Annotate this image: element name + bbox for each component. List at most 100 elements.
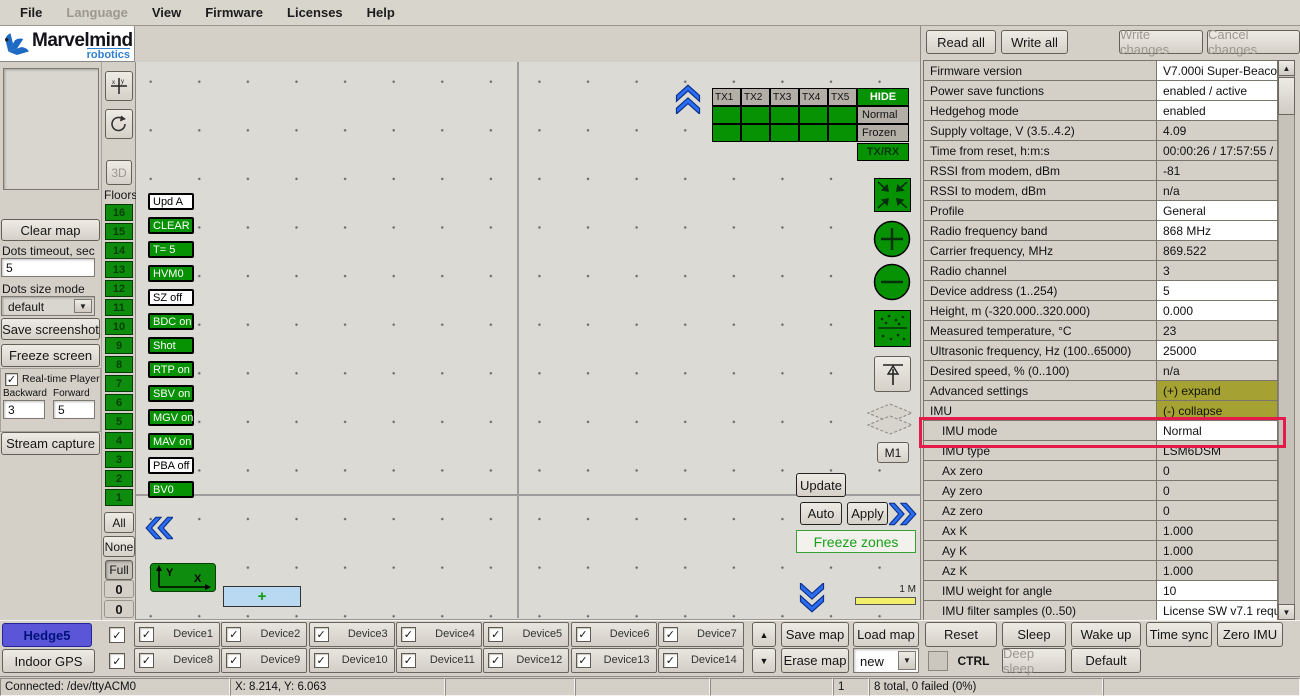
param-value[interactable]: Normal — [1157, 421, 1277, 440]
deep-sleep-button[interactable]: Deep sleep — [1002, 648, 1066, 673]
freeze-zones-button[interactable]: Freeze zones — [796, 530, 916, 553]
device-cell-device5[interactable]: ✓Device5 — [483, 622, 569, 647]
scroll-down-icon[interactable]: ▼ — [1278, 604, 1295, 620]
param-value[interactable]: 4.09 — [1157, 121, 1277, 140]
device-checkbox[interactable]: ✓ — [576, 653, 591, 668]
param-value[interactable]: License SW v7.1 requi — [1157, 601, 1277, 620]
ctrl-checkbox[interactable] — [928, 651, 948, 671]
dots-size-select[interactable]: default ▼ — [1, 296, 95, 316]
device-scroll-down-icon[interactable]: ▼ — [752, 648, 776, 673]
floor-button-16[interactable]: 16 — [105, 204, 133, 221]
device-checkbox[interactable]: ✓ — [401, 653, 416, 668]
gps-row-checkbox[interactable]: ✓ — [109, 653, 125, 669]
freeze-screen-button[interactable]: Freeze screen — [1, 344, 100, 367]
fit-to-screen-icon[interactable] — [874, 178, 911, 212]
param-value[interactable]: 1.000 — [1157, 541, 1277, 560]
floor-button-3[interactable]: 3 — [105, 451, 133, 468]
tx-txrx-button[interactable]: TX/RX — [857, 143, 909, 161]
floor-button-6[interactable]: 6 — [105, 394, 133, 411]
three-d-button[interactable]: 3D — [106, 160, 132, 185]
device-cell-device6[interactable]: ✓Device6 — [571, 622, 657, 647]
floors-full-button[interactable]: Full — [105, 560, 133, 580]
write-changes-button[interactable]: Write changes — [1119, 30, 1203, 54]
add-submap-button[interactable]: + — [223, 586, 301, 607]
apply-button[interactable]: Apply — [847, 502, 888, 525]
param-value[interactable]: General — [1157, 201, 1277, 220]
param-value[interactable]: 23 — [1157, 321, 1277, 340]
device-cell-device8[interactable]: ✓Device8 — [134, 648, 220, 673]
zoom-out-icon[interactable] — [873, 263, 911, 301]
device-cell-device1[interactable]: ✓Device1 — [134, 622, 220, 647]
map-toggle-rtp-on[interactable]: RTP on — [148, 361, 194, 378]
map-toggle-bdc-on[interactable]: BDC on — [148, 313, 194, 330]
device-checkbox[interactable]: ✓ — [139, 653, 154, 668]
param-value[interactable]: 869.522 — [1157, 241, 1277, 260]
floor-button-5[interactable]: 5 — [105, 413, 133, 430]
device-checkbox[interactable]: ✓ — [139, 627, 154, 642]
chevron-down-icon[interactable]: ▼ — [898, 651, 916, 670]
device-cell-device13[interactable]: ✓Device13 — [571, 648, 657, 673]
reset-button[interactable]: Reset — [925, 622, 997, 647]
zero-imu-button[interactable]: Zero IMU — [1217, 622, 1283, 647]
param-value[interactable]: V7.000i Super-Beacon — [1157, 61, 1277, 80]
param-value[interactable]: 1.000 — [1157, 521, 1277, 540]
tx-cell-normal-3[interactable] — [770, 106, 799, 124]
param-value[interactable]: n/a — [1157, 361, 1277, 380]
param-value[interactable]: 0.000 — [1157, 301, 1277, 320]
floor-button-1[interactable]: 1 — [105, 489, 133, 506]
jump-to-top-button[interactable] — [874, 356, 911, 392]
stream-capture-button[interactable]: Stream capture — [1, 432, 100, 455]
floor-button-12[interactable]: 12 — [105, 280, 133, 297]
device-scroll-up-icon[interactable]: ▲ — [752, 622, 776, 647]
param-value[interactable]: 0 — [1157, 501, 1277, 520]
erase-map-button[interactable]: Erase map — [781, 648, 849, 673]
floor-button-9[interactable]: 9 — [105, 337, 133, 354]
param-value[interactable]: 00:00:26 / 17:57:55 / ( — [1157, 141, 1277, 160]
xy-axes-tool-button[interactable]: xy — [105, 71, 133, 101]
tx-cell-normal-4[interactable] — [799, 106, 828, 124]
expand-left-icon[interactable] — [145, 513, 173, 543]
time-sync-button[interactable]: Time sync — [1146, 622, 1212, 647]
device-cell-device11[interactable]: ✓Device11 — [396, 648, 482, 673]
m1-button[interactable]: M1 — [877, 442, 909, 463]
device-cell-device2[interactable]: ✓Device2 — [221, 622, 307, 647]
map-toggle-clear[interactable]: CLEAR — [148, 217, 194, 234]
param-value[interactable]: enabled / active — [1157, 81, 1277, 100]
write-all-button[interactable]: Write all — [1001, 30, 1068, 54]
read-all-button[interactable]: Read all — [926, 30, 996, 54]
wake-up-button[interactable]: Wake up — [1071, 622, 1141, 647]
floor-button-2[interactable]: 2 — [105, 470, 133, 487]
param-value[interactable]: 0 — [1157, 481, 1277, 500]
map-toggle-pba-off[interactable]: PBA off — [148, 457, 194, 474]
rotate-tool-button[interactable] — [105, 109, 133, 139]
device-cell-device14[interactable]: ✓Device14 — [658, 648, 744, 673]
collapse-up-icon[interactable] — [674, 84, 702, 114]
indoor-gps-tab-button[interactable]: Indoor GPS — [2, 649, 95, 673]
map-toggle-t-5[interactable]: T= 5 — [148, 241, 194, 258]
dots-timeout-input[interactable]: 5 — [1, 258, 95, 277]
forward-input[interactable]: 5 — [53, 400, 95, 419]
tx-cell-normal-5[interactable] — [828, 106, 857, 124]
load-map-button[interactable]: Load map — [853, 622, 919, 647]
scroll-up-icon[interactable]: ▲ — [1278, 60, 1295, 76]
device-checkbox[interactable]: ✓ — [663, 627, 678, 642]
map-toggle-sz-off[interactable]: SZ off — [148, 289, 194, 306]
device-cell-device12[interactable]: ✓Device12 — [483, 648, 569, 673]
table-scrollbar[interactable] — [1278, 60, 1295, 620]
tx-cell-normal-2[interactable] — [741, 106, 770, 124]
device-checkbox[interactable]: ✓ — [401, 627, 416, 642]
param-value[interactable]: 3 — [1157, 261, 1277, 280]
tx-hide-button[interactable]: HIDE — [857, 88, 909, 106]
map-toggle-mgv-on[interactable]: MGV on — [148, 409, 194, 426]
floor-button-15[interactable]: 15 — [105, 223, 133, 240]
tx-cell-frozen-4[interactable] — [799, 124, 828, 142]
param-value[interactable]: enabled — [1157, 101, 1277, 120]
save-map-button[interactable]: Save map — [781, 622, 849, 647]
menu-view[interactable]: View — [140, 5, 193, 20]
param-value[interactable]: (+) expand — [1157, 381, 1277, 400]
backward-input[interactable]: 3 — [3, 400, 45, 419]
map-toggle-bv0[interactable]: BV0 — [148, 481, 194, 498]
collapse-down-icon[interactable] — [796, 583, 828, 613]
device-cell-device9[interactable]: ✓Device9 — [221, 648, 307, 673]
sleep-button[interactable]: Sleep — [1002, 622, 1066, 647]
